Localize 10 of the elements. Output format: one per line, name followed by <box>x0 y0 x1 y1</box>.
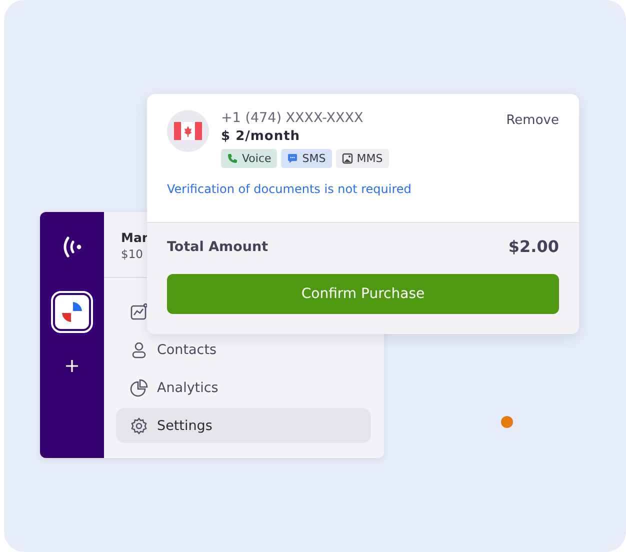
feature-tag: Voice <box>221 149 278 168</box>
verification-note: Verification of documents is not required <box>167 182 412 196</box>
account-name: Mar <box>121 230 148 245</box>
feature-tag: MMS <box>336 149 389 168</box>
monthly-price: $ 2/month <box>221 129 302 144</box>
total-label: Total Amount <box>167 238 268 254</box>
feature-tag: SMS <box>281 149 332 168</box>
account-balance: $10 <box>121 247 143 261</box>
total-amount: $2.00 <box>508 237 559 256</box>
phone-number: +1 (474) XXXX-XXXX <box>221 110 364 126</box>
